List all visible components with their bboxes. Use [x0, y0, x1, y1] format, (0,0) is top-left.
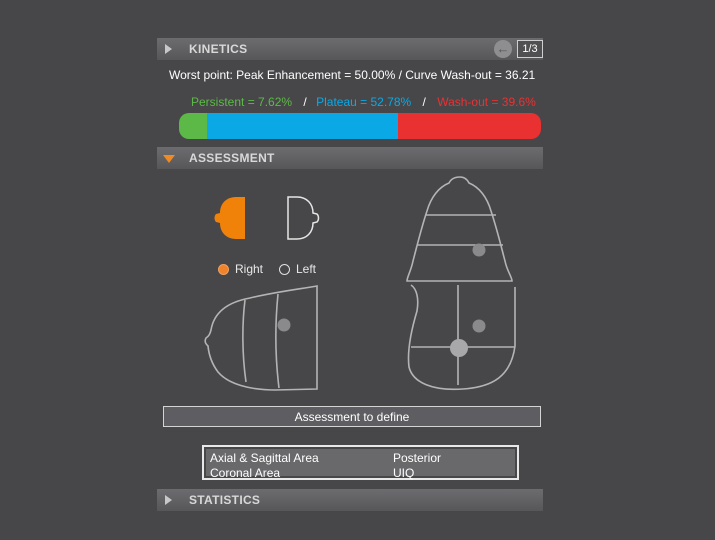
radio-left-circle[interactable] [279, 263, 290, 275]
left-breast-icon[interactable] [284, 194, 324, 242]
page-indicator: 1/3 [517, 40, 543, 58]
right-breast-icon[interactable] [210, 194, 250, 242]
axial-sagittal-key: Axial & Sagittal Area [210, 451, 319, 465]
axial-sagittal-value: Posterior [393, 451, 442, 465]
worst-point-text: Worst point: Peak Enhancement = 50.00% /… [169, 68, 536, 82]
radio-right-circle[interactable] [218, 263, 229, 275]
sagittal-diagram[interactable] [200, 284, 322, 394]
statistics-title: STATISTICS [189, 493, 261, 507]
statistics-header[interactable]: STATISTICS [157, 489, 543, 511]
coronal-area-key: Coronal Area [210, 466, 281, 480]
lesion-marker [277, 318, 291, 332]
coronal-area-value: UIQ [393, 466, 415, 480]
plateau-segment [206, 113, 398, 139]
expand-arrow-icon [165, 44, 172, 54]
assessment-header[interactable]: ASSESSMENT [157, 147, 543, 169]
assessment-to-define-button[interactable]: Assessment to define [163, 406, 541, 427]
axial-coronal-diagram[interactable] [403, 171, 518, 394]
expand-arrow-icon [165, 495, 172, 505]
axial-lesion-marker [472, 243, 486, 257]
kinetics-title: KINETICS [189, 42, 248, 56]
plateau-label: Plateau = 52.78% [316, 95, 412, 109]
persistent-segment [179, 113, 207, 139]
collapse-arrow-icon [163, 155, 175, 163]
legend-separator: / [422, 95, 426, 109]
curve-distribution-bar [179, 113, 541, 139]
legend-separator: / [303, 95, 307, 109]
radio-left-label: Left [296, 262, 317, 276]
radio-right-label: Right [235, 262, 264, 276]
assessment-title: ASSESSMENT [189, 151, 275, 165]
coronal-lesion-marker [472, 319, 486, 333]
kinetics-header[interactable]: KINETICS ← 1/3 [157, 38, 543, 60]
nipple-marker [450, 339, 468, 357]
washout-segment [397, 113, 541, 139]
location-info-inner: Axial & Sagittal Area Posterior Coronal … [206, 449, 515, 480]
arrow-left-icon[interactable]: ← [494, 40, 512, 58]
persistent-label: Persistent = 7.62% [191, 95, 293, 109]
washout-label: Wash-out = 39.6% [437, 95, 536, 109]
radio-right[interactable]: Right [218, 262, 263, 276]
radio-left[interactable]: Left [279, 262, 316, 276]
distribution-legend: Persistent = 7.62% / Plateau = 52.78% / … [191, 95, 536, 109]
location-info-box: Axial & Sagittal Area Posterior Coronal … [202, 445, 519, 480]
